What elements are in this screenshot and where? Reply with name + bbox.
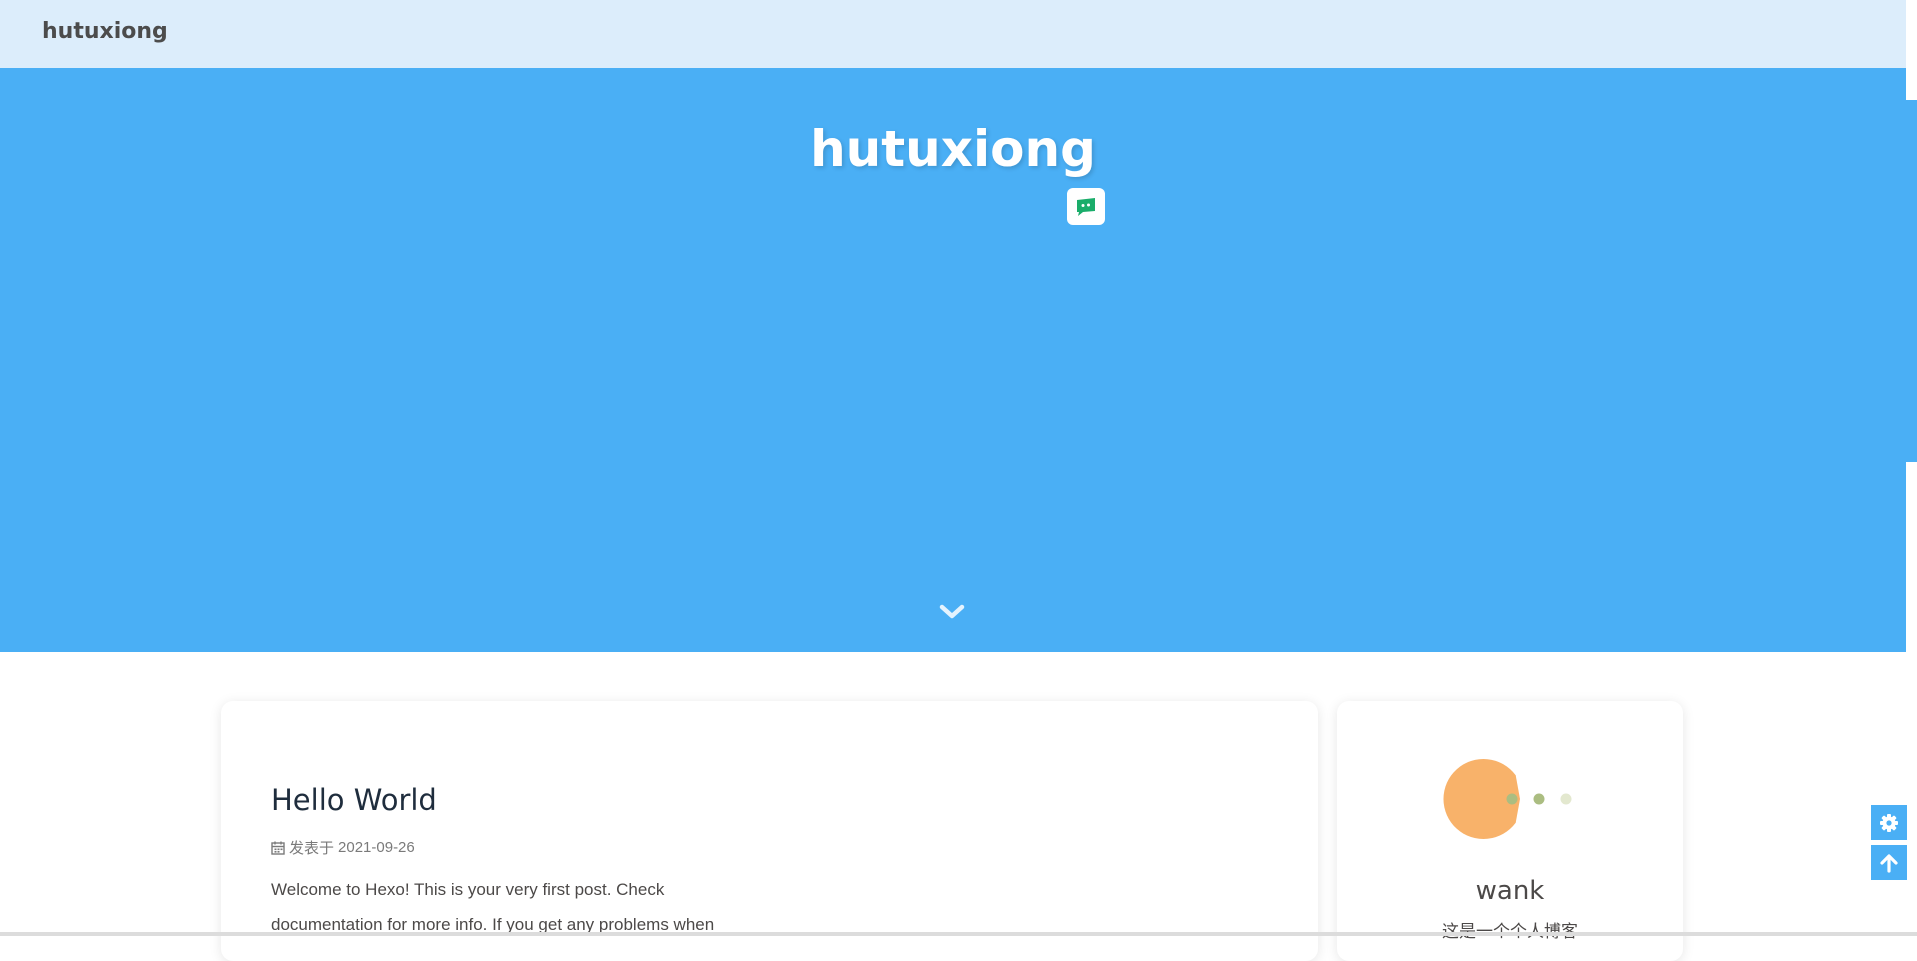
post-card: Hello World 发表于 2021-09-26 Welcome to He… bbox=[221, 701, 1318, 961]
scroll-down-button[interactable] bbox=[938, 600, 966, 624]
post-meta: 发表于 2021-09-26 bbox=[271, 837, 415, 858]
page-edge-strip bbox=[1906, 100, 1917, 462]
pacman-avatar[interactable] bbox=[1440, 753, 1580, 843]
site-name-link[interactable]: hutuxiong bbox=[42, 19, 168, 44]
author-card: wank 这是一个个人博客 bbox=[1337, 701, 1683, 961]
gear-icon bbox=[1880, 813, 1898, 832]
arrow-up-icon bbox=[1880, 853, 1898, 873]
calendar-icon bbox=[271, 841, 285, 855]
post-meta-label: 发表于 bbox=[289, 840, 335, 857]
chat-bubble-icon bbox=[1077, 197, 1095, 216]
post-date: 2021-09-26 bbox=[338, 839, 415, 856]
author-description: 这是一个个人博客 bbox=[1337, 917, 1683, 942]
chevron-down-icon bbox=[939, 604, 965, 619]
author-name: wank bbox=[1475, 876, 1545, 906]
hero-title: hutuxiong bbox=[810, 120, 1096, 178]
post-title-link[interactable]: Hello World bbox=[271, 783, 437, 817]
wechat-chat-icon[interactable] bbox=[1067, 188, 1105, 225]
back-to-top-button[interactable] bbox=[1871, 845, 1907, 880]
horizontal-scrollbar[interactable] bbox=[0, 932, 1917, 936]
settings-button[interactable] bbox=[1871, 805, 1907, 840]
top-nav-bar: hutuxiong bbox=[0, 0, 1906, 68]
